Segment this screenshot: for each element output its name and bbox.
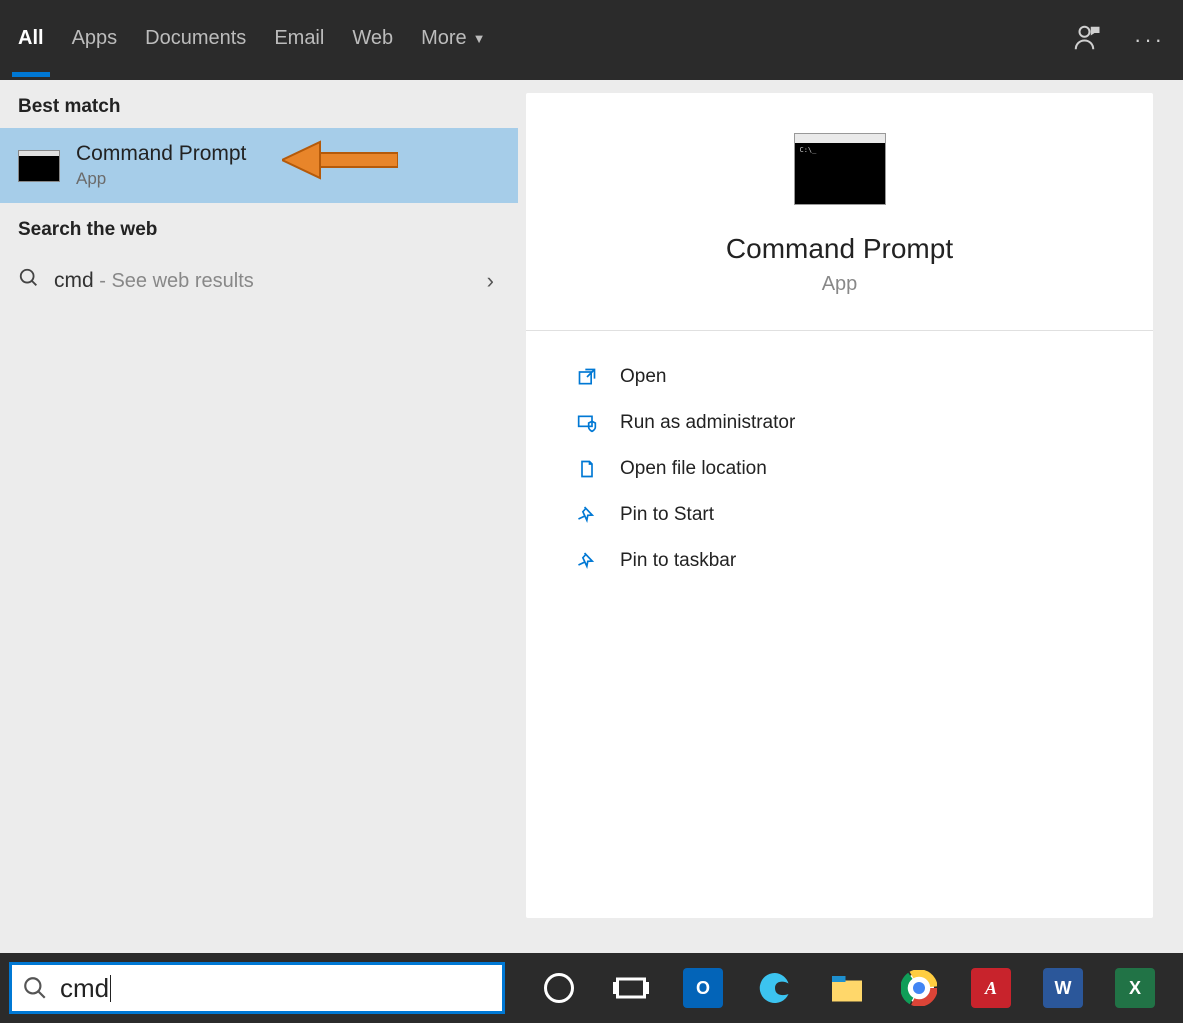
tabs-container: All Apps Documents Email Web More ▼ (18, 0, 486, 80)
web-result-cmd[interactable]: cmd - See web results › (0, 251, 518, 310)
preview-title: Command Prompt (726, 233, 953, 265)
search-web-header: Search the web (0, 203, 518, 251)
word-icon[interactable]: W (1041, 966, 1085, 1010)
tab-more-label: More (421, 27, 467, 50)
pin-icon (576, 505, 598, 525)
search-value: cmd (60, 973, 109, 1004)
open-icon (576, 367, 598, 387)
result-type: App (76, 169, 246, 189)
caret-down-icon: ▼ (473, 31, 486, 46)
search-input[interactable]: cmd (9, 962, 505, 1014)
filter-tab-bar: All Apps Documents Email Web More ▼ ··· (0, 0, 1183, 80)
admin-shield-icon (576, 413, 598, 433)
action-label: Open (620, 366, 666, 388)
folder-location-icon (576, 459, 598, 479)
action-open-location[interactable]: Open file location (576, 449, 1103, 489)
web-query-text: cmd - See web results (54, 269, 254, 293)
action-pin-taskbar[interactable]: Pin to taskbar (576, 541, 1103, 581)
result-title: Command Prompt (76, 142, 246, 166)
edge-icon[interactable] (753, 966, 797, 1010)
web-query: cmd (54, 269, 94, 292)
action-label: Run as administrator (620, 412, 795, 434)
web-suffix: - See web results (94, 270, 254, 292)
action-label: Pin to taskbar (620, 550, 736, 572)
actions-list: Open Run as administrator Open file loca… (526, 331, 1153, 607)
feedback-person-icon[interactable] (1072, 23, 1102, 58)
best-match-header: Best match (0, 80, 518, 128)
preview-panel: Command Prompt App Open Run as administr… (526, 93, 1153, 918)
result-text: Command Prompt App (76, 142, 246, 189)
search-icon (22, 975, 48, 1001)
main-content: Best match Command Prompt App Search the… (0, 80, 1183, 953)
chrome-icon[interactable] (897, 966, 941, 1010)
tab-more[interactable]: More ▼ (421, 0, 485, 80)
adobe-reader-icon[interactable]: A (969, 966, 1013, 1010)
outlook-icon[interactable]: O (681, 966, 725, 1010)
topbar-right: ··· (1072, 23, 1165, 58)
ellipsis-icon[interactable]: ··· (1134, 27, 1165, 53)
pin-icon (576, 551, 598, 571)
tab-all[interactable]: All (18, 0, 44, 80)
cortana-icon[interactable] (537, 966, 581, 1010)
preview-header: Command Prompt App (526, 93, 1153, 331)
search-icon (18, 267, 40, 294)
result-command-prompt[interactable]: Command Prompt App (0, 128, 518, 203)
tab-email[interactable]: Email (274, 0, 324, 80)
command-prompt-icon (794, 133, 886, 205)
tab-web[interactable]: Web (352, 0, 393, 80)
command-prompt-icon (18, 150, 60, 182)
action-pin-start[interactable]: Pin to Start (576, 495, 1103, 535)
excel-icon[interactable]: X (1113, 966, 1157, 1010)
preview-column: Command Prompt App Open Run as administr… (518, 80, 1183, 953)
annotation-arrow-icon (282, 140, 398, 185)
results-panel: Best match Command Prompt App Search the… (0, 80, 518, 953)
preview-type: App (822, 273, 858, 296)
chevron-right-icon: › (487, 268, 500, 294)
action-label: Open file location (620, 458, 767, 480)
taskbar-icons: O A W X (537, 966, 1157, 1010)
taskbar: cmd O A W X (0, 953, 1183, 1023)
action-run-admin[interactable]: Run as administrator (576, 403, 1103, 443)
file-explorer-icon[interactable] (825, 966, 869, 1010)
action-open[interactable]: Open (576, 357, 1103, 397)
action-label: Pin to Start (620, 504, 714, 526)
tab-apps[interactable]: Apps (72, 0, 118, 80)
tab-documents[interactable]: Documents (145, 0, 246, 80)
task-view-icon[interactable] (609, 966, 653, 1010)
